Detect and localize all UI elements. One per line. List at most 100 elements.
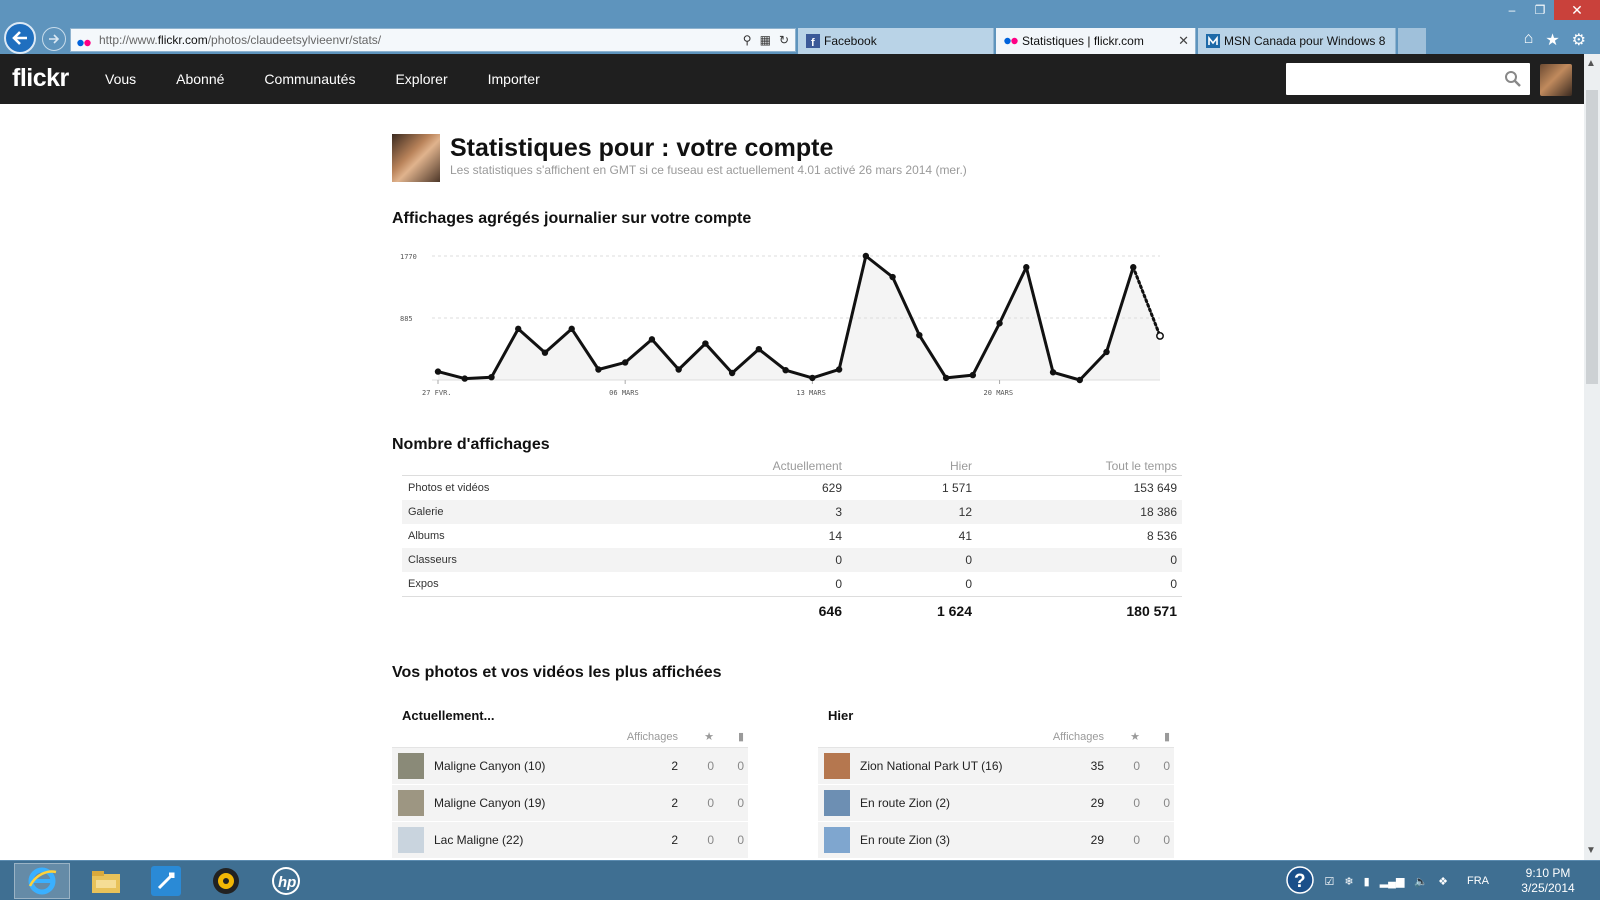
photo-comments: 0 bbox=[737, 833, 744, 847]
table-row: Galerie 3 12 18 386 bbox=[402, 500, 1182, 524]
nav-vous[interactable]: Vous bbox=[105, 54, 156, 104]
total-actuellement: 646 bbox=[818, 602, 842, 619]
ie-taskbar-icon[interactable] bbox=[14, 863, 70, 899]
table-row: Classeurs 0 0 0 bbox=[402, 548, 1182, 572]
photo-comments: 0 bbox=[1163, 833, 1170, 847]
favorite-star-icon: ★ bbox=[1130, 731, 1140, 743]
photo-comments: 0 bbox=[737, 759, 744, 773]
media-player-icon[interactable] bbox=[198, 863, 254, 899]
photo-title[interactable]: Zion National Park UT (16) bbox=[860, 759, 1064, 773]
search-icon[interactable]: ⚲ bbox=[743, 33, 752, 47]
photo-title[interactable]: En route Zion (2) bbox=[860, 796, 1064, 810]
photo-title[interactable]: Maligne Canyon (10) bbox=[434, 759, 638, 773]
tab-msn[interactable]: MSN Canada pour Windows 8 bbox=[1198, 28, 1396, 54]
restore-button[interactable]: ❐ bbox=[1526, 0, 1554, 20]
list-item[interactable]: Maligne Canyon (19) 2 0 0 bbox=[392, 785, 748, 822]
list-item[interactable]: Zion National Park UT (16) 35 0 0 bbox=[818, 748, 1174, 785]
clock-time: 9:10 PM bbox=[1525, 866, 1571, 880]
power-icon[interactable]: ▮ bbox=[1364, 875, 1370, 888]
photo-thumbnail[interactable] bbox=[398, 753, 424, 779]
address-bar[interactable]: http://www. flickr.com/photos/claudeetsyl… bbox=[70, 28, 796, 52]
close-tab-icon[interactable]: ✕ bbox=[1178, 33, 1189, 49]
scroll-down-icon[interactable]: ▼ bbox=[1586, 845, 1596, 856]
row-value: 1 571 bbox=[941, 481, 972, 495]
y-tick-label: 885 bbox=[400, 315, 413, 323]
dropbox-icon[interactable]: ❖ bbox=[1438, 875, 1448, 888]
security-check-icon[interactable]: ☑ bbox=[1325, 875, 1335, 888]
url-prefix: http://www. bbox=[99, 33, 158, 47]
search-input[interactable] bbox=[1286, 63, 1530, 95]
photo-thumbnail[interactable] bbox=[398, 790, 424, 816]
new-tab-button[interactable] bbox=[1398, 28, 1426, 54]
photo-thumbnail[interactable] bbox=[824, 827, 850, 853]
data-point bbox=[755, 345, 763, 353]
top-now-panel: Actuellement... Affichages ★ ▮ Maligne C… bbox=[392, 708, 748, 859]
panel-title: Hier bbox=[828, 708, 854, 723]
row-value: 14 bbox=[828, 529, 842, 543]
list-item[interactable]: En route Zion (2) 29 0 0 bbox=[818, 785, 1174, 822]
x-tick-label: 13 MARS bbox=[796, 389, 826, 397]
table-row: Photos et vidéos 629 1 571 153 649 bbox=[402, 476, 1182, 500]
photo-title[interactable]: Lac Maligne (22) bbox=[434, 833, 638, 847]
timezone-note: Les statistiques s'affichent en GMT si c… bbox=[450, 163, 967, 177]
settings-gear-icon[interactable]: ⚙ bbox=[1572, 30, 1586, 50]
favorites-star-icon[interactable]: ★ bbox=[1545, 30, 1559, 50]
row-value: 12 bbox=[958, 505, 972, 519]
snowflake-icon[interactable]: ❄ bbox=[1344, 875, 1353, 888]
views-table: Actuellement Hier Tout le temps Photos e… bbox=[402, 456, 1182, 624]
back-button[interactable] bbox=[4, 22, 36, 54]
flickr-logo[interactable]: flickr bbox=[12, 64, 69, 93]
clock[interactable]: 9:10 PM 3/25/2014 bbox=[1512, 866, 1584, 896]
account-avatar bbox=[392, 134, 440, 182]
page-scrollbar[interactable]: ▲ ▼ bbox=[1584, 54, 1600, 860]
photo-thumbnail[interactable] bbox=[398, 827, 424, 853]
photo-thumbnail[interactable] bbox=[824, 790, 850, 816]
photo-thumbnail[interactable] bbox=[824, 753, 850, 779]
photo-favs: 0 bbox=[1133, 759, 1140, 773]
data-point bbox=[595, 366, 602, 373]
scroll-up-icon[interactable]: ▲ bbox=[1586, 58, 1596, 69]
hp-icon[interactable]: hp bbox=[258, 863, 314, 899]
user-avatar[interactable] bbox=[1540, 64, 1572, 96]
data-point bbox=[461, 375, 468, 382]
svg-text:hp: hp bbox=[278, 874, 296, 891]
page-body: Statistiques pour : votre compte Les sta… bbox=[0, 104, 1584, 860]
data-point bbox=[942, 374, 950, 382]
chart-heading: Affichages agrégés journalier sur votre … bbox=[392, 210, 752, 227]
nav-communautes[interactable]: Communautés bbox=[264, 54, 375, 104]
nav-abonne[interactable]: Abonné bbox=[176, 54, 244, 104]
x-tick-label: 27 FVR. bbox=[422, 389, 452, 397]
list-item[interactable]: Lac Maligne (22) 2 0 0 bbox=[392, 822, 748, 859]
minimize-button[interactable]: – bbox=[1498, 0, 1526, 20]
tab-statistiques[interactable]: Statistiques | flickr.com ✕ bbox=[996, 28, 1196, 54]
table-row: Albums 14 41 8 536 bbox=[402, 524, 1182, 548]
app-rocket-icon[interactable] bbox=[138, 863, 194, 899]
help-icon[interactable]: ? bbox=[1285, 865, 1315, 898]
col-affichages: Affichages bbox=[626, 731, 678, 743]
row-label: Galerie bbox=[408, 506, 444, 518]
list-item[interactable]: Maligne Canyon (10) 2 0 0 bbox=[392, 748, 748, 785]
forward-button[interactable] bbox=[42, 27, 66, 51]
search-icon[interactable] bbox=[1504, 70, 1522, 88]
language-indicator[interactable]: FRA bbox=[1467, 875, 1489, 887]
volume-muted-icon[interactable]: 🔈 bbox=[1414, 875, 1428, 888]
compat-view-icon[interactable]: ▦ bbox=[760, 33, 771, 47]
file-explorer-icon[interactable] bbox=[78, 863, 134, 899]
row-value: 3 bbox=[835, 505, 842, 519]
comment-bubble-icon: ▮ bbox=[737, 731, 744, 743]
photo-views: 2 bbox=[671, 759, 678, 773]
photo-title[interactable]: En route Zion (3) bbox=[860, 833, 1064, 847]
nav-importer[interactable]: Importer bbox=[488, 54, 560, 104]
nav-explorer[interactable]: Explorer bbox=[395, 54, 467, 104]
refresh-icon[interactable]: ↻ bbox=[779, 33, 789, 47]
home-icon[interactable]: ⌂ bbox=[1524, 30, 1534, 50]
list-item[interactable]: En route Zion (3) 29 0 0 bbox=[818, 822, 1174, 859]
scroll-thumb[interactable] bbox=[1586, 90, 1598, 384]
photo-title[interactable]: Maligne Canyon (19) bbox=[434, 796, 638, 810]
tab-facebook[interactable]: f Facebook bbox=[798, 28, 994, 54]
data-point bbox=[728, 369, 736, 377]
photo-favs: 0 bbox=[707, 833, 714, 847]
network-signal-icon[interactable]: ▂▄▆ bbox=[1380, 875, 1405, 888]
clock-date: 3/25/2014 bbox=[1521, 881, 1575, 895]
close-window-button[interactable]: ✕ bbox=[1554, 0, 1600, 20]
